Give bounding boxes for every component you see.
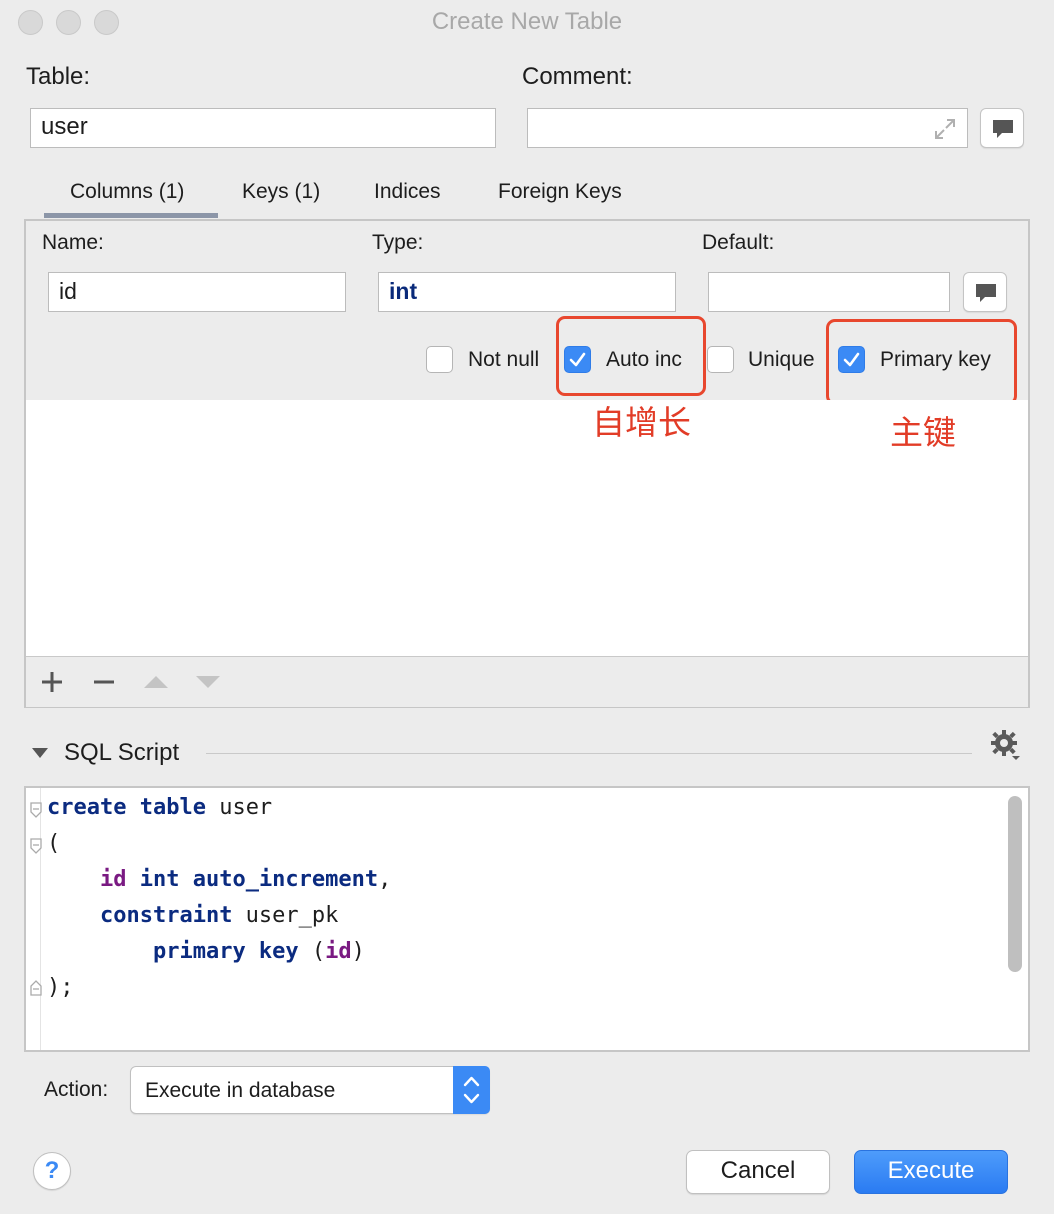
sql-line-6: ); [47, 975, 74, 1000]
sql-line-1: create table user [47, 795, 273, 820]
speech-bubble-icon [976, 284, 996, 302]
help-button[interactable]: ? [33, 1152, 71, 1190]
move-down-icon[interactable] [195, 673, 221, 691]
select-stepper[interactable] [453, 1066, 490, 1114]
window-title: Create New Table [431, 8, 623, 35]
add-icon[interactable] [40, 670, 64, 694]
not-null-label: Not null [468, 348, 540, 371]
action-select-value: Execute in database [145, 1079, 336, 1102]
gear-icon[interactable] [988, 728, 1022, 762]
fold-marker-icon[interactable] [29, 837, 43, 855]
fold-end-marker-icon[interactable] [29, 979, 43, 997]
table-name-input[interactable]: user [30, 108, 496, 148]
sql-line-3: id int auto_increment, [99, 867, 392, 892]
primary-key-annotation: 主键 [890, 413, 956, 452]
selected-tab-indicator [44, 213, 218, 218]
section-divider [206, 753, 972, 754]
execute-button[interactable]: Execute [854, 1150, 1008, 1194]
comment-input[interactable] [527, 108, 968, 148]
remove-icon[interactable] [92, 670, 116, 694]
comment-dialog-button[interactable] [980, 108, 1024, 148]
fold-marker-icon[interactable] [29, 801, 43, 819]
column-default-input[interactable] [708, 272, 950, 312]
columns-list-area [26, 400, 1028, 656]
chevron-up-down-icon [463, 1076, 480, 1104]
columns-toolbar [26, 656, 1028, 707]
comment-label: Comment: [522, 63, 633, 90]
action-label: Action: [44, 1078, 109, 1101]
tab-foreign-keys[interactable]: Foreign Keys [498, 180, 622, 204]
expand-icon[interactable] [932, 116, 958, 142]
unique-checkbox[interactable] [707, 346, 734, 373]
move-up-icon[interactable] [143, 673, 169, 691]
auto-inc-annotation: 自增长 [592, 403, 691, 442]
tab-keys[interactable]: Keys (1) [242, 180, 320, 204]
tab-columns[interactable]: Columns (1) [70, 180, 184, 204]
sql-line-2: ( [47, 831, 61, 856]
auto-inc-highlight-box [556, 316, 706, 396]
sql-line-5: primary key (id) [152, 939, 365, 964]
tab-indices[interactable]: Indices [374, 180, 441, 204]
cancel-button[interactable]: Cancel [686, 1150, 830, 1194]
sql-script-title[interactable]: SQL Script [64, 739, 179, 767]
not-null-checkbox[interactable] [426, 346, 453, 373]
unique-label: Unique [748, 348, 815, 371]
speech-bubble-icon [993, 120, 1013, 138]
editor-scrollbar-thumb[interactable] [1008, 796, 1022, 972]
column-name-input[interactable]: id [48, 272, 346, 312]
primary-key-highlight-box [826, 319, 1017, 405]
sql-editor[interactable]: create table user ( id int auto_incremen… [24, 786, 1030, 1052]
action-select[interactable]: Execute in database [130, 1066, 490, 1114]
sql-line-4: constraint user_pk [99, 903, 339, 928]
column-type-label: Type: [372, 231, 424, 254]
default-dialog-button[interactable] [963, 272, 1007, 312]
column-type-input[interactable]: int [378, 272, 676, 312]
column-name-label: Name: [42, 231, 104, 254]
column-default-label: Default: [702, 231, 775, 254]
collapse-triangle-icon[interactable] [30, 745, 50, 761]
editor-gutter [26, 788, 41, 1050]
table-label: Table: [26, 63, 91, 90]
